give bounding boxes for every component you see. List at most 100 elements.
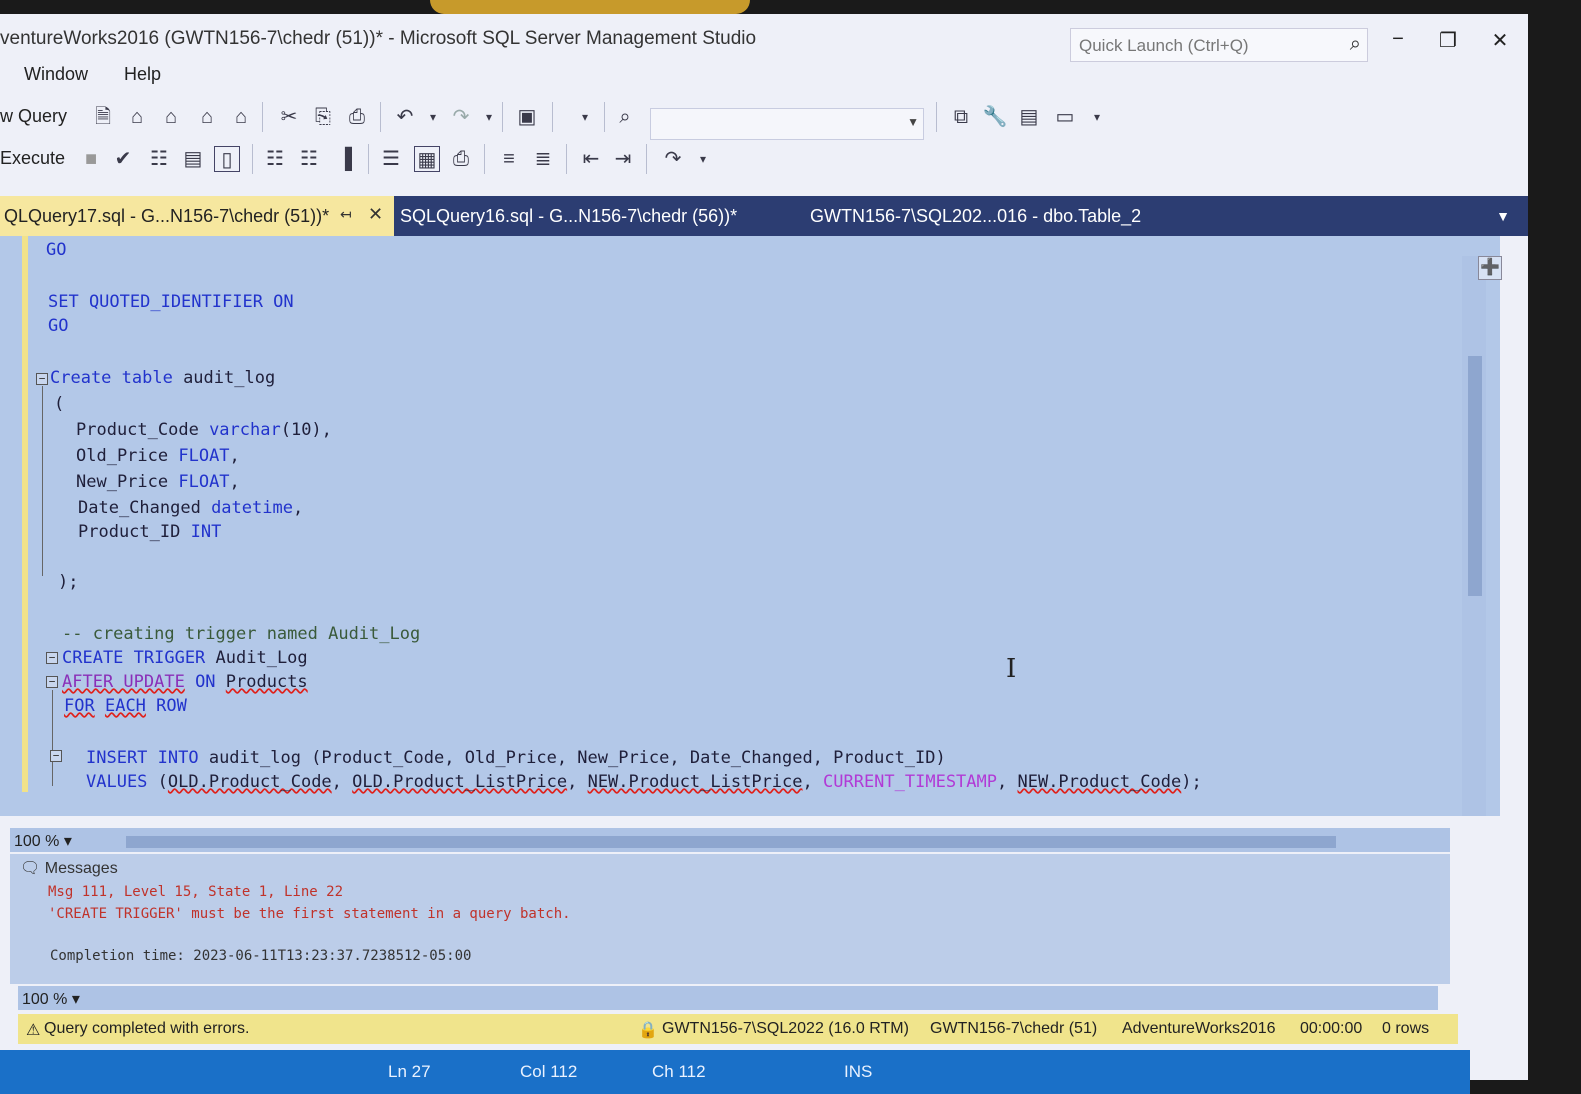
- live-stats-icon[interactable]: ☷: [296, 146, 322, 172]
- tab-sqlquery16[interactable]: SQLQuery16.sql - G...N156-7\chedr (56))*: [396, 196, 745, 236]
- dax-query-icon[interactable]: ⌂: [228, 104, 254, 130]
- toolbar-overflow-icon[interactable]: ▾: [1084, 104, 1110, 130]
- include-plan-icon[interactable]: ☷: [262, 146, 288, 172]
- row-count: 0 rows: [1382, 1020, 1430, 1037]
- query-editor[interactable]: GO SET QUOTED_IDENTIFIER ON GO − Create …: [0, 236, 1500, 816]
- change-tracking-margin: [22, 236, 28, 792]
- solution-explorer-icon[interactable]: ⧉: [948, 104, 974, 130]
- restore-button[interactable]: ❐: [1428, 28, 1468, 53]
- editor-vertical-scrollbar[interactable]: [1462, 256, 1486, 816]
- comment-icon[interactable]: ≡: [496, 146, 522, 172]
- pin-icon[interactable]: ↤: [340, 206, 352, 223]
- menu-help[interactable]: Help: [124, 64, 161, 85]
- completion-time: Completion time: 2023-06-11T13:23:37.723…: [50, 948, 472, 964]
- results-to-text-icon[interactable]: ☰: [378, 146, 404, 172]
- code-line: AFTER UPDATE ON Products: [62, 672, 308, 692]
- undo-icon[interactable]: ↶: [392, 104, 418, 130]
- close-icon[interactable]: ✕: [368, 204, 383, 225]
- client-stats-icon[interactable]: ▐: [332, 146, 358, 172]
- tab-list-dropdown-icon[interactable]: ▼: [1496, 208, 1510, 224]
- window-title: ventureWorks2016 (GWTN156-7\chedr (51))*…: [0, 28, 757, 49]
- title-bar: ventureWorks2016 (GWTN156-7\chedr (51))*…: [0, 14, 1528, 62]
- toolbar-separator: [936, 102, 937, 132]
- toolbox-icon[interactable]: ▤: [1016, 104, 1042, 130]
- collapse-icon[interactable]: −: [46, 676, 58, 688]
- toolbar-separator: [262, 102, 263, 132]
- toolbar-separator: [368, 144, 369, 174]
- mdx-query-icon[interactable]: ⌂: [124, 104, 150, 130]
- results-to-grid-icon[interactable]: ▦: [414, 146, 440, 172]
- collapse-icon[interactable]: −: [46, 652, 58, 664]
- toolbar-separator: [646, 144, 647, 174]
- messages-zoom-select[interactable]: 100 % ▾: [18, 986, 110, 1010]
- search-icon[interactable]: ⌕: [1350, 33, 1361, 56]
- results-to-file-icon[interactable]: ⎙: [448, 146, 474, 172]
- code-line: (: [54, 394, 65, 414]
- toolbar-separator: [252, 144, 253, 174]
- messages-tab[interactable]: 🗨 Messages: [20, 858, 118, 878]
- messages-zoom-bar: 100 % ▾: [18, 986, 1438, 1010]
- code-line: VALUES (OLD.Product_Code, OLD.Product_Li…: [86, 772, 1202, 792]
- paste-icon[interactable]: ⎙: [344, 104, 370, 130]
- column-number: Col 112: [520, 1062, 578, 1081]
- toolbar-overflow-icon[interactable]: ▾: [690, 146, 716, 172]
- specify-values-icon[interactable]: ↷: [660, 146, 686, 172]
- stop-icon[interactable]: ■: [78, 146, 104, 172]
- cut-icon[interactable]: ✂: [276, 104, 302, 130]
- decrease-indent-icon[interactable]: ⇤: [578, 146, 604, 172]
- code-line: FOR EACH ROW: [64, 696, 187, 716]
- code-line: INSERT INTO audit_log (Product_Code, Old…: [86, 748, 946, 768]
- redo-icon[interactable]: ↷: [448, 104, 474, 130]
- tab-sqlquery17[interactable]: QLQuery17.sql - G...N156-7\chedr (51))* …: [0, 196, 394, 236]
- status-bar: Ln 27 Col 112 Ch 112 INS: [0, 1050, 1470, 1094]
- xmla-query-icon[interactable]: ⌂: [194, 104, 220, 130]
- minimize-button[interactable]: −: [1378, 28, 1418, 51]
- increase-indent-icon[interactable]: ⇥: [610, 146, 636, 172]
- dmx-query-icon[interactable]: ⌂: [158, 104, 184, 130]
- undo-dropdown-icon[interactable]: ▾: [420, 104, 446, 130]
- database-name: AdventureWorks2016: [1122, 1020, 1276, 1037]
- quick-launch-placeholder: Quick Launch (Ctrl+Q): [1079, 36, 1249, 55]
- scrollbar-thumb[interactable]: [1468, 356, 1482, 596]
- close-button[interactable]: ✕: [1480, 28, 1520, 53]
- code-line: New_Price FLOAT,: [76, 472, 240, 492]
- messages-pane: 🗨 Messages Msg 111, Level 15, State 1, L…: [10, 854, 1450, 984]
- code-line: Product_Code varchar(10),: [76, 420, 332, 440]
- display-plan-icon[interactable]: ☷: [146, 146, 172, 172]
- sql-editor-toolbar: Execute ■ ✔ ☷ ▤ ▯ ☷ ☷ ▐ ☰ ▦ ⎙ ≡ ≣ ⇤ ⇥ ↷ …: [0, 140, 1528, 178]
- activity-monitor-icon[interactable]: ▣: [514, 104, 540, 130]
- uncomment-icon[interactable]: ≣: [530, 146, 556, 172]
- properties-wrench-icon[interactable]: 🔧: [982, 104, 1008, 130]
- user-name: GWTN156-7\chedr (51): [930, 1020, 1098, 1037]
- database-combo[interactable]: ▼: [650, 108, 924, 140]
- quick-launch-box[interactable]: Quick Launch (Ctrl+Q) ⌕: [1070, 28, 1368, 62]
- document-tabs: QLQuery17.sql - G...N156-7\chedr (51))* …: [0, 196, 1528, 236]
- horizontal-scrollbar-thumb[interactable]: [126, 836, 1336, 848]
- copy-icon[interactable]: ⎘: [310, 104, 336, 130]
- find-icon[interactable]: ⌕: [612, 104, 638, 130]
- char-number: Ch 112: [652, 1062, 706, 1081]
- chevron-down-icon[interactable]: ▼: [907, 115, 919, 129]
- code-line: CREATE TRIGGER Audit_Log: [62, 648, 308, 668]
- collapse-icon[interactable]: −: [36, 373, 48, 385]
- editor-zoom-bar: 100 % ▾: [10, 828, 1450, 852]
- code-line: GO: [48, 316, 69, 336]
- terminal-icon[interactable]: ▭: [1052, 104, 1078, 130]
- parse-check-icon[interactable]: ✔: [110, 146, 136, 172]
- split-window-icon[interactable]: ➕: [1478, 256, 1502, 280]
- tab-table-2[interactable]: GWTN156-7\SQL202...016 - dbo.Table_2: [806, 196, 1149, 236]
- intellisense-icon[interactable]: ▯: [214, 146, 240, 172]
- warning-icon: ⚠: [26, 1022, 41, 1039]
- editor-zoom-select[interactable]: 100 % ▾: [10, 828, 102, 852]
- menu-window[interactable]: Window: [24, 64, 88, 85]
- insert-mode: INS: [844, 1062, 873, 1081]
- collapse-icon[interactable]: −: [50, 750, 62, 762]
- query-designer-icon[interactable]: ▤: [180, 146, 206, 172]
- dropdown-icon[interactable]: ▾: [572, 104, 598, 130]
- execute-button[interactable]: Execute: [0, 148, 65, 169]
- error-message-line: 'CREATE TRIGGER' must be the first state…: [48, 906, 571, 922]
- new-query-button[interactable]: w Query: [0, 106, 67, 127]
- redo-dropdown-icon[interactable]: ▾: [476, 104, 502, 130]
- lock-icon: 🔒: [638, 1022, 658, 1039]
- new-file-icon[interactable]: 🗎: [90, 104, 116, 130]
